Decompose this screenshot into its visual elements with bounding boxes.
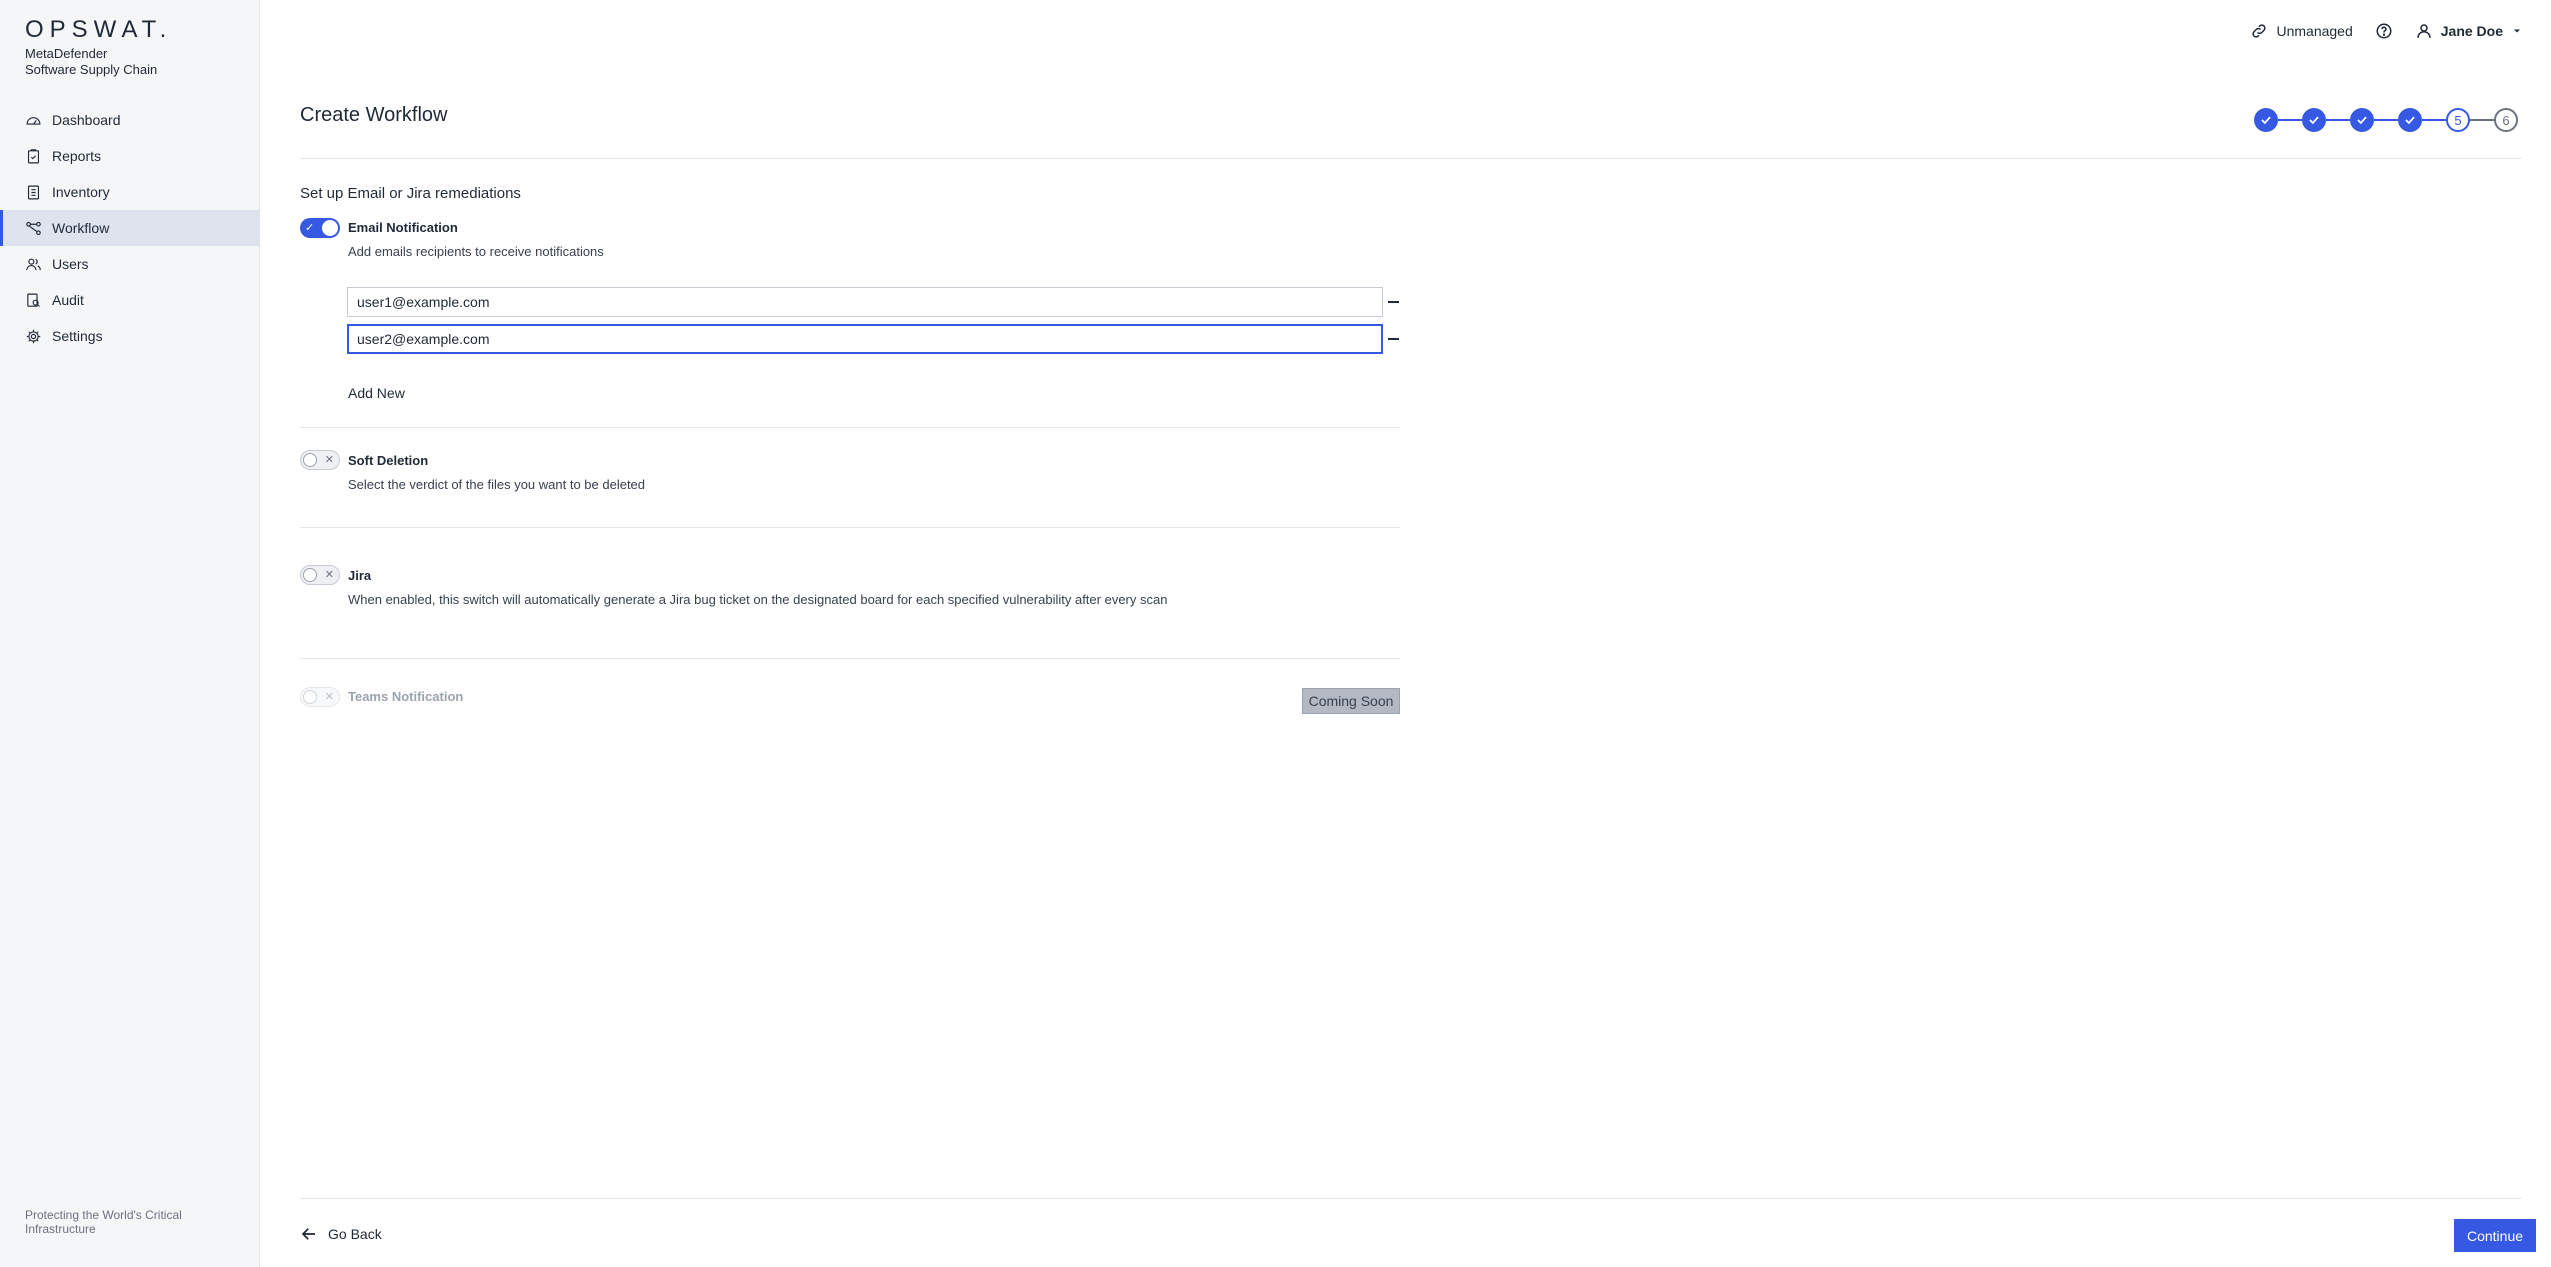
gear-icon <box>25 328 42 345</box>
minus-icon <box>1387 301 1399 303</box>
toggle-knob <box>303 453 317 467</box>
user-name: Jane Doe <box>2440 23 2503 39</box>
email-notification-desc: Add emails recipients to receive notific… <box>348 244 604 259</box>
teams-notification-toggle: ✕ <box>300 687 340 707</box>
step-6-pending: 6 <box>2494 108 2518 132</box>
arrow-left-icon <box>301 1228 315 1240</box>
check-icon <box>2309 116 2319 125</box>
jira-desc: When enabled, this switch will automatic… <box>348 592 1168 607</box>
sidebar-item-label: Workflow <box>52 220 110 236</box>
jira-toggle[interactable]: ✕ <box>300 565 340 585</box>
close-icon: ✕ <box>324 691 334 703</box>
step-connector <box>2326 119 2350 121</box>
step-3-complete <box>2350 108 2374 132</box>
opswat-logo: OPSWAT. <box>25 16 173 43</box>
jira-section: ✕ Jira When enabled, this switch will au… <box>300 565 1400 660</box>
topbar: Unmanaged Jane Doe <box>2250 22 2523 40</box>
sidebar-item-users[interactable]: Users <box>0 246 260 282</box>
check-icon <box>2405 116 2415 125</box>
coming-soon-badge: Coming Soon <box>1302 688 1400 714</box>
product-name-line1: MetaDefender <box>25 46 108 61</box>
sidebar-item-audit[interactable]: Audit <box>0 282 260 318</box>
section-divider <box>300 658 1400 659</box>
sidebar-item-label: Inventory <box>52 184 110 200</box>
product-name-line2: Software Supply Chain <box>25 62 158 77</box>
users-icon <box>25 256 42 273</box>
unmanaged-link[interactable]: Unmanaged <box>2250 22 2353 40</box>
link-icon <box>2252 24 2267 38</box>
close-icon: ✕ <box>324 454 334 466</box>
teams-notification-section: ✕ Teams Notification Coming Soon <box>300 686 1400 716</box>
sidebar-item-label: Reports <box>52 148 102 164</box>
sidebar-item-dashboard[interactable]: Dashboard <box>0 102 260 138</box>
email-notification-title: Email Notification <box>348 220 458 235</box>
step-connector <box>2278 119 2302 121</box>
sidebar: OPSWAT. MetaDefender Software Supply Cha… <box>0 0 260 1267</box>
minus-icon <box>1387 338 1399 340</box>
sidebar-item-label: Audit <box>52 292 84 308</box>
go-back-label: Go Back <box>328 1226 382 1242</box>
email-notification-toggle[interactable]: ✓ <box>300 218 340 238</box>
dashboard-icon <box>25 112 42 129</box>
soft-deletion-title: Soft Deletion <box>348 453 429 468</box>
page-title: Create Workflow <box>300 104 448 126</box>
user-menu[interactable]: Jane Doe <box>2415 22 2523 40</box>
remove-recipient-button[interactable] <box>1386 287 1400 317</box>
help-button[interactable] <box>2375 22 2393 40</box>
unmanaged-label: Unmanaged <box>2276 23 2353 39</box>
check-icon <box>2261 116 2271 125</box>
jira-title: Jira <box>348 568 372 583</box>
header-divider <box>300 158 2522 159</box>
inventory-icon <box>25 184 42 201</box>
step-connector <box>2374 119 2398 121</box>
workflow-icon <box>25 220 42 237</box>
section-divider <box>300 527 1400 528</box>
teams-notification-title: Teams Notification <box>348 689 464 704</box>
sidebar-footer-tagline: Protecting the World's Critical Infrastr… <box>25 1208 182 1236</box>
go-back-button[interactable]: Go Back <box>300 1225 382 1243</box>
help-icon <box>2376 23 2392 39</box>
check-icon <box>2357 116 2367 125</box>
step-connector <box>2422 119 2446 121</box>
sidebar-item-reports[interactable]: Reports <box>0 138 260 174</box>
step-4-complete <box>2398 108 2422 132</box>
step-1-complete <box>2254 108 2278 132</box>
step-5-current: 5 <box>2446 108 2470 132</box>
close-icon: ✕ <box>324 569 334 581</box>
chevron-down-icon <box>2514 29 2520 33</box>
soft-deletion-section: ✕ Soft Deletion Select the verdict of th… <box>300 450 1400 530</box>
check-icon: ✓ <box>305 222 315 234</box>
sidebar-item-label: Users <box>52 256 89 272</box>
add-new-recipient-button[interactable]: Add New <box>348 385 405 401</box>
user-icon <box>2417 24 2431 38</box>
toggle-knob <box>303 568 317 582</box>
sidebar-item-inventory[interactable]: Inventory <box>0 174 260 210</box>
reports-icon <box>25 148 42 165</box>
email-notification-section: ✓ Email Notification Add emails recipien… <box>300 218 1400 428</box>
soft-deletion-desc: Select the verdict of the files you want… <box>348 477 646 492</box>
continue-button[interactable]: Continue <box>2454 1219 2536 1252</box>
section-divider <box>300 427 1400 428</box>
soft-deletion-toggle[interactable]: ✕ <box>300 450 340 470</box>
step-connector <box>2470 119 2494 121</box>
sidebar-item-settings[interactable]: Settings <box>0 318 260 354</box>
sidebar-item-label: Dashboard <box>52 112 121 128</box>
email-recipient-input-1[interactable] <box>347 287 1383 317</box>
sidebar-nav: Dashboard Reports Inventory Workflow Use… <box>0 102 260 354</box>
toggle-knob <box>303 690 317 704</box>
email-recipient-input-2[interactable] <box>347 324 1383 354</box>
setup-label: Set up Email or Jira remediations <box>300 185 521 202</box>
brand: OPSWAT. MetaDefender Software Supply Cha… <box>25 18 172 78</box>
step-2-complete <box>2302 108 2326 132</box>
footer-divider <box>300 1198 2522 1199</box>
sidebar-item-workflow[interactable]: Workflow <box>0 210 260 246</box>
toggle-knob <box>322 220 338 236</box>
remove-recipient-button[interactable] <box>1386 324 1400 354</box>
audit-icon <box>25 292 42 309</box>
workflow-stepper: 5 6 <box>2254 108 2518 132</box>
sidebar-item-label: Settings <box>52 328 103 344</box>
